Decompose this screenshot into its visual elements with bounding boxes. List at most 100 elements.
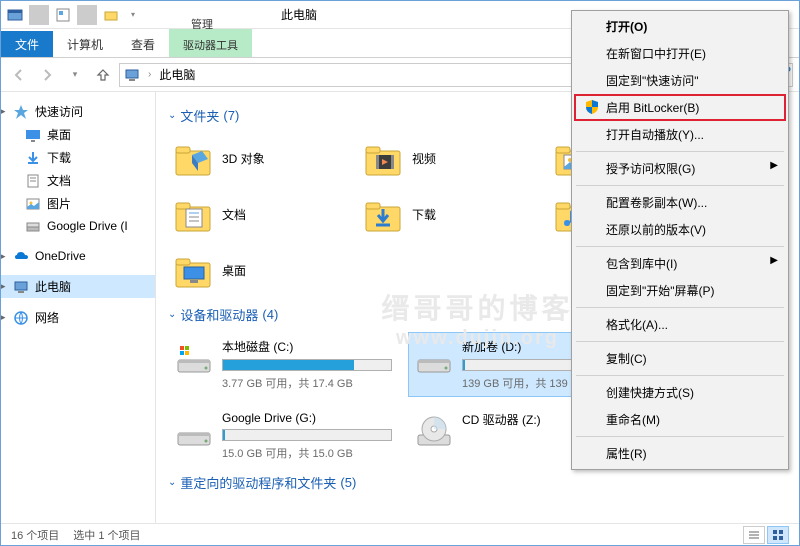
system-menu-icon[interactable] (5, 5, 25, 25)
new-folder-icon[interactable] (101, 5, 121, 25)
menu-item[interactable]: 包含到库中(I) ▶ (574, 250, 786, 277)
file-tab[interactable]: 文件 (1, 31, 53, 57)
shield-icon (584, 99, 600, 115)
drive-icon (174, 411, 214, 451)
menu-item-label: 打开自动播放(Y)... (606, 128, 704, 142)
drive-name: Google Drive (G:) (222, 411, 392, 425)
menu-item-label: 创建快捷方式(S) (606, 386, 694, 400)
menu-item[interactable]: 创建快捷方式(S) (574, 379, 786, 406)
details-view-button[interactable] (743, 526, 765, 544)
sidebar-onedrive[interactable]: ▸OneDrive (1, 245, 155, 267)
document-icon (25, 173, 41, 189)
menu-separator (576, 436, 784, 437)
menu-item[interactable]: 属性(R) (574, 440, 786, 467)
folder-item[interactable]: 下载 (358, 189, 538, 239)
menu-item-label: 配置卷影副本(W)... (606, 196, 707, 210)
folder-icon (172, 249, 214, 291)
sidebar-item-documents[interactable]: 文档 (1, 169, 155, 192)
menu-item[interactable]: 还原以前的版本(V) (574, 216, 786, 243)
sidebar-item-downloads[interactable]: 下载 (1, 146, 155, 169)
status-item-count: 16 个项目 (11, 527, 59, 543)
drive-icon (414, 338, 454, 378)
menu-item[interactable]: 格式化(A)... (574, 311, 786, 338)
sidebar-network[interactable]: ▸网络 (1, 306, 155, 329)
separator (29, 5, 49, 25)
menu-item[interactable]: 复制(C) (574, 345, 786, 372)
drive-stats: 3.77 GB 可用，共 17.4 GB (222, 375, 392, 391)
computer-tab[interactable]: 计算机 (53, 31, 117, 57)
drive-usage-bar (222, 359, 392, 371)
picture-icon (25, 196, 41, 212)
folder-label: 下载 (412, 206, 436, 223)
folder-item[interactable]: 视频 (358, 133, 538, 183)
context-menu: 打开(O) 在新窗口中打开(E) 固定到"快速访问" 启用 BitLocker(B) 打… (571, 10, 789, 470)
folder-item[interactable]: 桌面 (168, 245, 348, 295)
submenu-arrow-icon: ▶ (770, 255, 778, 266)
view-tab[interactable]: 查看 (117, 31, 169, 57)
sidebar-quick-access[interactable]: ▸快速访问 (1, 100, 155, 123)
chevron-right-icon[interactable]: › (146, 69, 153, 80)
properties-icon[interactable] (53, 5, 73, 25)
menu-item-label: 启用 BitLocker(B) (606, 101, 699, 115)
folder-item[interactable]: 文档 (168, 189, 348, 239)
tiles-view-button[interactable] (767, 526, 789, 544)
menu-item[interactable]: 打开自动播放(Y)... (574, 121, 786, 148)
status-bar: 16 个项目 选中 1 个项目 (1, 523, 799, 545)
back-button[interactable] (7, 63, 31, 87)
computer-icon (13, 279, 29, 295)
forward-button[interactable] (35, 63, 59, 87)
folder-item[interactable]: 3D 对象 (168, 133, 348, 183)
menu-item[interactable]: 授予访问权限(G) ▶ (574, 155, 786, 182)
folder-label: 文档 (222, 206, 246, 223)
quick-access-toolbar: ▾ (5, 5, 143, 25)
sidebar-item-pictures[interactable]: 图片 (1, 192, 155, 215)
menu-item-label: 打开(O) (606, 20, 647, 34)
menu-separator (576, 151, 784, 152)
menu-item-label: 在新窗口中打开(E) (606, 47, 706, 61)
network-icon (13, 310, 29, 326)
menu-item-label: 重命名(M) (606, 413, 660, 427)
drive-item[interactable]: 本地磁盘 (C:) 3.77 GB 可用，共 17.4 GB (168, 332, 398, 397)
sidebar-this-pc[interactable]: ▸此电脑 (1, 275, 155, 298)
menu-separator (576, 307, 784, 308)
menu-item-label: 固定到"快速访问" (606, 74, 699, 88)
drive-item[interactable]: Google Drive (G:)15.0 GB 可用，共 15.0 GB (168, 405, 398, 467)
menu-separator (576, 185, 784, 186)
this-pc-icon (124, 67, 140, 83)
group-redirected[interactable]: ⌄重定向的驱动程序和文件夹 (5) (168, 473, 787, 492)
window-title: 此电脑 (281, 6, 317, 23)
qat-dropdown-icon[interactable]: ▾ (123, 5, 143, 25)
menu-item-label: 固定到"开始"屏幕(P) (606, 284, 715, 298)
menu-item[interactable]: 配置卷影副本(W)... (574, 189, 786, 216)
menu-item[interactable]: 重命名(M) (574, 406, 786, 433)
menu-item[interactable]: 固定到"开始"屏幕(P) (574, 277, 786, 304)
sidebar-item-desktop[interactable]: 桌面 (1, 123, 155, 146)
drive-icon (414, 411, 454, 451)
folder-label: 3D 对象 (222, 150, 265, 167)
nav-pane: ▸快速访问 桌面 下载 文档 图片 Google Drive (I ▸OneDr… (1, 92, 156, 523)
star-icon (13, 104, 29, 120)
recent-dropdown[interactable]: ▾ (63, 63, 87, 87)
cloud-icon (13, 248, 29, 264)
menu-separator (576, 246, 784, 247)
menu-item[interactable]: 打开(O) (574, 13, 786, 40)
address-segment[interactable]: 此电脑 (159, 66, 195, 83)
menu-item[interactable]: 启用 BitLocker(B) (574, 94, 786, 121)
folder-label: 视频 (412, 150, 436, 167)
menu-item-label: 包含到库中(I) (606, 257, 677, 271)
menu-item-label: 属性(R) (606, 447, 647, 461)
drive-name: 本地磁盘 (C:) (222, 338, 392, 355)
submenu-arrow-icon: ▶ (770, 160, 778, 171)
menu-item[interactable]: 在新窗口中打开(E) (574, 40, 786, 67)
folder-icon (172, 137, 214, 179)
drive-usage-bar (222, 429, 392, 441)
menu-item-label: 格式化(A)... (606, 318, 668, 332)
up-button[interactable] (91, 63, 115, 87)
drive-icon (25, 218, 41, 234)
separator (77, 5, 97, 25)
sidebar-item-gdrive[interactable]: Google Drive (I (1, 215, 155, 237)
menu-item[interactable]: 固定到"快速访问" (574, 67, 786, 94)
drive-tools-tab[interactable]: 驱动器工具 (169, 29, 252, 57)
menu-item-label: 授予访问权限(G) (606, 162, 695, 176)
menu-separator (576, 375, 784, 376)
